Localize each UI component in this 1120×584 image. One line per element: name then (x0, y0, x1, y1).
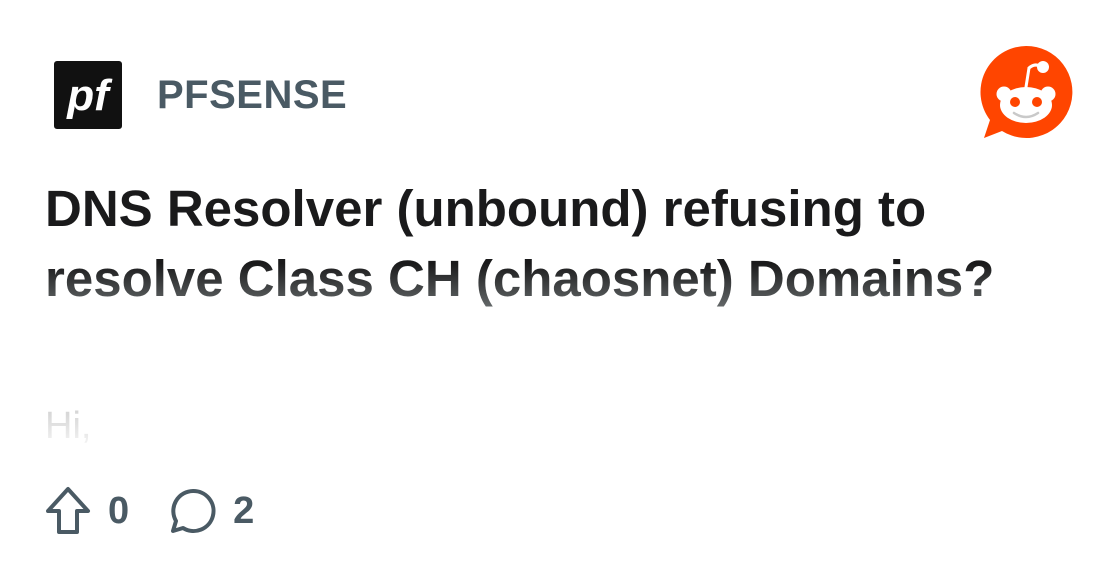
upvote-count: 0 (108, 490, 130, 532)
comment-stat[interactable]: 2 (169, 487, 254, 535)
subreddit-name[interactable]: PFSENSE (157, 75, 347, 115)
pfsense-logo-text: pf (66, 71, 113, 120)
upvote-stat[interactable]: 0 (44, 486, 129, 536)
post-stats: 0 2 (44, 484, 254, 538)
post-title[interactable]: DNS Resolver (unbound) refusing to resol… (45, 174, 1065, 314)
reddit-snoo-icon (980, 45, 1073, 138)
upvote-arrow-icon[interactable] (44, 486, 92, 536)
reddit-post-share-card: pf PFSENSE DNS Resolver (unbound) refusi… (0, 0, 1120, 584)
comment-count: 2 (233, 490, 255, 532)
subreddit-header: pf PFSENSE (54, 60, 347, 130)
comment-bubble-icon[interactable] (169, 487, 217, 535)
post-body-preview: Hi, (45, 405, 92, 447)
pfsense-logo-icon: pf (54, 61, 122, 129)
